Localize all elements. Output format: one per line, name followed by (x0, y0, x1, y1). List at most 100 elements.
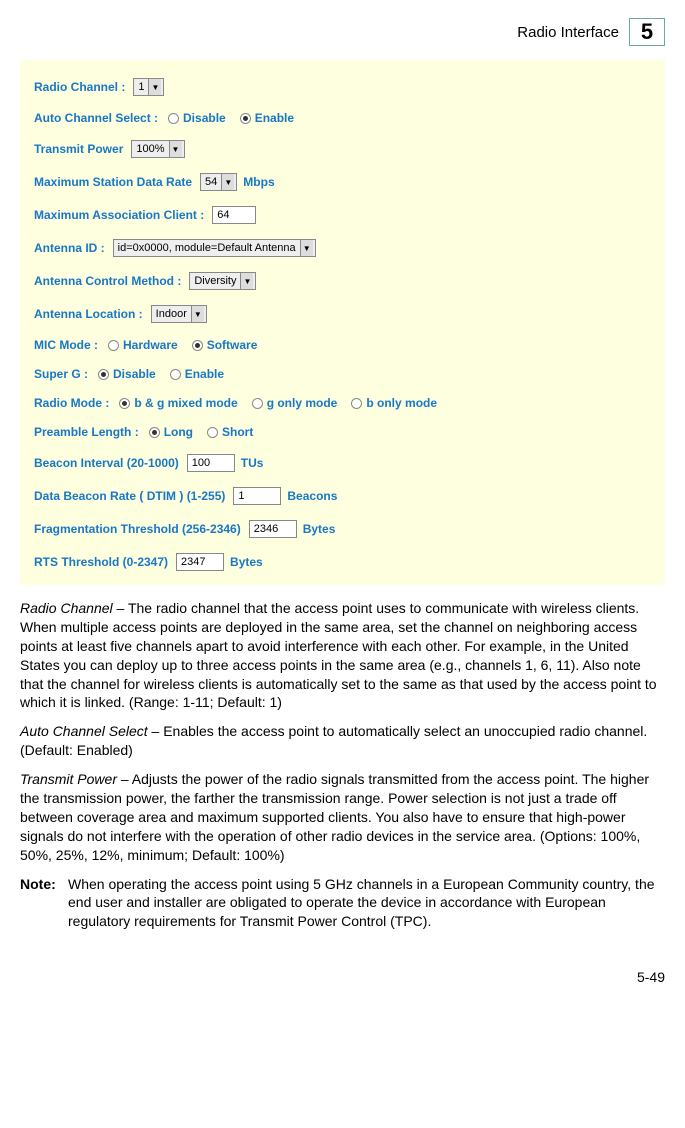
rts-threshold-input[interactable]: 2347 (176, 553, 224, 571)
note-text: When operating the access point using 5 … (68, 875, 665, 932)
super-g-enable[interactable]: Enable (170, 367, 224, 381)
row-beacon-interval: Beacon Interval (20-1000) 100 TUs (34, 454, 653, 472)
auto-channel-disable[interactable]: Disable (168, 111, 226, 125)
antenna-id-value: id=0x0000, module=Default Antenna (118, 242, 296, 254)
frag-threshold-input[interactable]: 2346 (249, 520, 297, 538)
radio-icon (149, 427, 160, 438)
max-data-rate-select[interactable]: 54 ▼ (200, 173, 237, 191)
dropdown-arrow-icon: ▼ (191, 306, 204, 322)
row-max-assoc: Maximum Association Client : 64 (34, 206, 653, 224)
para-transmit-power: Transmit Power – Adjusts the power of th… (20, 770, 665, 864)
radio-mode-b-only[interactable]: b only mode (351, 396, 437, 410)
row-antenna-ctrl: Antenna Control Method : Diversity ▼ (34, 272, 653, 290)
chapter-number-box: 5 (629, 18, 665, 46)
row-rts-threshold: RTS Threshold (0-2347) 2347 Bytes (34, 553, 653, 571)
radio-icon (170, 369, 181, 380)
frag-threshold-value: 2346 (254, 523, 278, 535)
transmit-power-select[interactable]: 100% ▼ (131, 140, 184, 158)
preamble-long[interactable]: Long (149, 425, 193, 439)
rts-threshold-suffix: Bytes (230, 555, 263, 569)
max-assoc-input[interactable]: 64 (212, 206, 256, 224)
row-antenna-loc: Antenna Location : Indoor ▼ (34, 305, 653, 323)
page-header: Radio Interface 5 (20, 18, 665, 46)
antenna-ctrl-label: Antenna Control Method : (34, 274, 181, 288)
radio-channel-label: Radio Channel : (34, 80, 125, 94)
beacon-interval-label: Beacon Interval (20-1000) (34, 456, 179, 470)
page-number: 5-49 (20, 969, 665, 985)
radio-channel-value: 1 (138, 81, 144, 93)
antenna-ctrl-select[interactable]: Diversity ▼ (189, 272, 256, 290)
row-radio-mode: Radio Mode : b & g mixed mode g only mod… (34, 396, 653, 410)
term-transmit-power: Transmit Power (20, 771, 117, 787)
radio-icon (351, 398, 362, 409)
radio-icon (207, 427, 218, 438)
term-auto-channel: Auto Channel Select (20, 723, 148, 739)
transmit-power-value: 100% (136, 143, 164, 155)
frag-threshold-suffix: Bytes (303, 522, 336, 536)
radio-icon (98, 369, 109, 380)
mic-mode-label: MIC Mode : (34, 338, 98, 352)
frag-threshold-label: Fragmentation Threshold (256-2346) (34, 522, 241, 536)
row-preamble: Preamble Length : Long Short (34, 425, 653, 439)
max-data-rate-suffix: Mbps (243, 175, 274, 189)
super-g-label: Super G : (34, 367, 88, 381)
radio-mode-label: Radio Mode : (34, 396, 109, 410)
para-radio-channel: Radio Channel – The radio channel that t… (20, 599, 665, 712)
radio-icon (119, 398, 130, 409)
radio-config-panel: Radio Channel : 1 ▼ Auto Channel Select … (20, 60, 665, 585)
super-g-disable[interactable]: Disable (98, 367, 156, 381)
dtim-label: Data Beacon Rate ( DTIM ) (1-255) (34, 489, 225, 503)
antenna-id-select[interactable]: id=0x0000, module=Default Antenna ▼ (113, 239, 316, 257)
row-mic-mode: MIC Mode : Hardware Software (34, 338, 653, 352)
radio-channel-select[interactable]: 1 ▼ (133, 78, 164, 96)
antenna-loc-select[interactable]: Indoor ▼ (151, 305, 207, 323)
preamble-label: Preamble Length : (34, 425, 139, 439)
rts-threshold-label: RTS Threshold (0-2347) (34, 555, 168, 569)
dropdown-arrow-icon: ▼ (148, 79, 161, 95)
term-radio-channel: Radio Channel (20, 600, 113, 616)
body-text: Radio Channel – The radio channel that t… (20, 599, 665, 931)
row-radio-channel: Radio Channel : 1 ▼ (34, 78, 653, 96)
note-label: Note: (20, 875, 68, 932)
antenna-loc-value: Indoor (156, 308, 187, 320)
radio-icon (168, 113, 179, 124)
mic-mode-software[interactable]: Software (192, 338, 258, 352)
mic-mode-hardware[interactable]: Hardware (108, 338, 178, 352)
row-super-g: Super G : Disable Enable (34, 367, 653, 381)
antenna-ctrl-value: Diversity (194, 275, 236, 287)
dropdown-arrow-icon: ▼ (221, 174, 234, 190)
text-radio-channel: – The radio channel that the access poin… (20, 600, 657, 710)
para-auto-channel: Auto Channel Select – Enables the access… (20, 722, 665, 760)
row-transmit-power: Transmit Power 100% ▼ (34, 140, 653, 158)
antenna-loc-label: Antenna Location : (34, 307, 143, 321)
row-max-data-rate: Maximum Station Data Rate 54 ▼ Mbps (34, 173, 653, 191)
transmit-power-label: Transmit Power (34, 142, 123, 156)
row-dtim: Data Beacon Rate ( DTIM ) (1-255) 1 Beac… (34, 487, 653, 505)
row-antenna-id: Antenna ID : id=0x0000, module=Default A… (34, 239, 653, 257)
beacon-interval-suffix: TUs (241, 456, 264, 470)
dtim-suffix: Beacons (287, 489, 337, 503)
dtim-input[interactable]: 1 (233, 487, 281, 505)
antenna-id-label: Antenna ID : (34, 241, 105, 255)
max-assoc-label: Maximum Association Client : (34, 208, 204, 222)
radio-mode-mixed[interactable]: b & g mixed mode (119, 396, 237, 410)
max-data-rate-label: Maximum Station Data Rate (34, 175, 192, 189)
rts-threshold-value: 2347 (181, 556, 205, 568)
auto-channel-enable[interactable]: Enable (240, 111, 294, 125)
beacon-interval-input[interactable]: 100 (187, 454, 235, 472)
row-auto-channel: Auto Channel Select : Disable Enable (34, 111, 653, 125)
dropdown-arrow-icon: ▼ (169, 141, 182, 157)
dtim-value: 1 (238, 490, 244, 502)
beacon-interval-value: 100 (192, 457, 210, 469)
max-data-rate-value: 54 (205, 176, 217, 188)
radio-icon (252, 398, 263, 409)
dropdown-arrow-icon: ▼ (300, 240, 313, 256)
radio-icon (240, 113, 251, 124)
radio-icon (108, 340, 119, 351)
note-block: Note: When operating the access point us… (20, 875, 665, 932)
radio-mode-g-only[interactable]: g only mode (252, 396, 338, 410)
radio-icon (192, 340, 203, 351)
header-section: Radio Interface (517, 24, 619, 41)
max-assoc-value: 64 (217, 209, 229, 221)
preamble-short[interactable]: Short (207, 425, 253, 439)
